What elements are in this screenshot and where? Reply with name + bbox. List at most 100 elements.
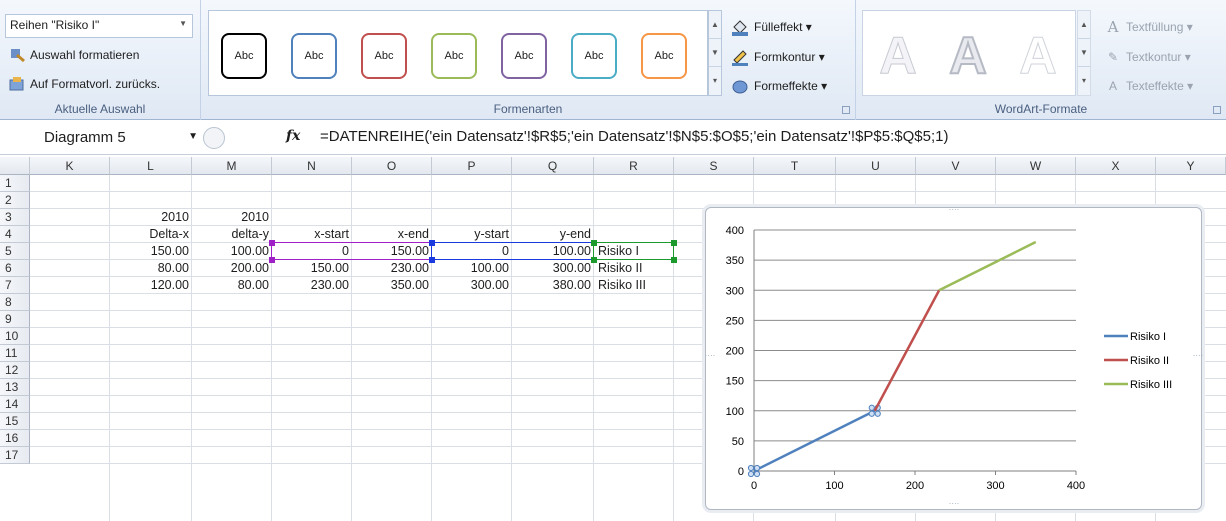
shape-style-orange[interactable]: Abc (641, 33, 687, 79)
wordart-launcher-icon[interactable]: . (1213, 106, 1221, 114)
text-fill-button[interactable]: A Textfüllung ▾ (1103, 16, 1193, 38)
range-resize-handle[interactable] (429, 240, 435, 246)
row-header[interactable]: 17 (0, 447, 30, 464)
scroll-up-icon[interactable]: ▲ (709, 11, 721, 39)
cell-n6[interactable]: 150.00 (272, 260, 352, 277)
chart-element-dropdown[interactable]: Reihen "Risiko I" ▼ (5, 14, 193, 38)
range-resize-handle[interactable] (269, 240, 275, 246)
more-icon[interactable]: ▾ (709, 67, 721, 95)
formula-bar-splitter[interactable] (203, 127, 225, 149)
wordart-gallery-scroll[interactable]: ▲ ▼ ▾ (1077, 10, 1091, 96)
cell-q4[interactable]: y-end (512, 226, 594, 243)
cell-n4[interactable]: x-start (272, 226, 352, 243)
range-resize-handle[interactable] (269, 257, 275, 263)
format-selection-button[interactable]: Auswahl formatieren (8, 45, 139, 65)
shape-style-blue[interactable]: Abc (291, 33, 337, 79)
shape-style-green[interactable]: Abc (431, 33, 477, 79)
cell-p4[interactable]: y-start (432, 226, 512, 243)
cell-q6[interactable]: 300.00 (512, 260, 594, 277)
cell-q5[interactable]: 100.00 (512, 243, 594, 260)
range-resize-handle[interactable] (671, 240, 677, 246)
shape-style-red[interactable]: Abc (361, 33, 407, 79)
column-header[interactable]: Y (1156, 157, 1226, 175)
cell-m6[interactable]: 200.00 (192, 260, 272, 277)
cell-o5[interactable]: 150.00 (352, 243, 432, 260)
text-outline-button[interactable]: ✎ Textkontur ▾ (1103, 46, 1191, 68)
cell-l5[interactable]: 150.00 (110, 243, 192, 260)
row-header[interactable]: 14 (0, 396, 30, 413)
cell-n5[interactable]: 0 (272, 243, 352, 260)
cell-l6[interactable]: 80.00 (110, 260, 192, 277)
column-header[interactable]: V (916, 157, 996, 175)
column-header[interactable]: Q (512, 157, 594, 175)
cell-m4[interactable]: delta-y (192, 226, 272, 243)
cell-o4[interactable]: x-end (352, 226, 432, 243)
cell-m3[interactable]: 2010 (192, 209, 272, 226)
cell-r5[interactable]: Risiko I (594, 243, 674, 260)
shape-style-purple[interactable]: Abc (501, 33, 547, 79)
column-header[interactable]: S (674, 157, 754, 175)
chart-object[interactable]: 0 50 100 150 200 250 300 350 400 0 100 200 300 400 Ris… (705, 207, 1203, 510)
cell-n7[interactable]: 230.00 (272, 277, 352, 294)
range-resize-handle[interactable] (591, 240, 597, 246)
cell-o7[interactable]: 350.00 (352, 277, 432, 294)
cell-l4[interactable]: Delta-x (110, 226, 192, 243)
text-effects-button[interactable]: A Texteffekte ▾ (1103, 75, 1193, 97)
row-header[interactable]: 5 (0, 243, 30, 260)
row-header[interactable]: 12 (0, 362, 30, 379)
insert-function-icon[interactable]: fx (286, 128, 300, 144)
cell-l3[interactable]: 2010 (110, 209, 192, 226)
shape-outline-button[interactable]: Formkontur ▾ (730, 46, 825, 68)
cell-q7[interactable]: 380.00 (512, 277, 594, 294)
shape-styles-launcher-icon[interactable]: . (842, 106, 850, 114)
row-header[interactable]: 10 (0, 328, 30, 345)
cell-p7[interactable]: 300.00 (432, 277, 512, 294)
column-header[interactable]: X (1076, 157, 1156, 175)
shape-style-black[interactable]: Abc (221, 33, 267, 79)
row-header[interactable]: 4 (0, 226, 30, 243)
row-header[interactable]: 8 (0, 294, 30, 311)
wordart-style-3[interactable]: A (1007, 25, 1069, 87)
row-header[interactable]: 11 (0, 345, 30, 362)
name-box[interactable]: Diagramm 5 ▼ (8, 127, 198, 149)
wordart-style-2[interactable]: A (937, 25, 999, 87)
wordart-style-1[interactable]: A (867, 25, 929, 87)
column-header[interactable]: R (594, 157, 674, 175)
scroll-down-icon[interactable]: ▼ (709, 39, 721, 67)
column-header[interactable]: P (432, 157, 512, 175)
shape-styles-gallery-scroll[interactable]: ▲ ▼ ▾ (708, 10, 722, 96)
more-icon[interactable]: ▾ (1078, 67, 1090, 95)
shape-style-aqua[interactable]: Abc (571, 33, 617, 79)
select-all-corner[interactable] (0, 157, 30, 175)
column-header[interactable]: M (192, 157, 272, 175)
chevron-down-icon[interactable]: ▼ (188, 131, 198, 142)
column-header[interactable]: U (836, 157, 916, 175)
scroll-down-icon[interactable]: ▼ (1078, 39, 1090, 67)
cell-r7[interactable]: Risiko III (594, 277, 674, 294)
row-header[interactable]: 7 (0, 277, 30, 294)
row-header[interactable]: 15 (0, 413, 30, 430)
row-header[interactable]: 16 (0, 430, 30, 447)
range-resize-handle[interactable] (429, 257, 435, 263)
column-header[interactable]: L (110, 157, 192, 175)
row-header[interactable]: 2 (0, 192, 30, 209)
column-header[interactable]: K (30, 157, 110, 175)
row-header[interactable]: 3 (0, 209, 30, 226)
cell-p5[interactable]: 0 (432, 243, 512, 260)
reset-style-button[interactable]: Auf Formatvorl. zurücks. (8, 74, 160, 94)
cell-l7[interactable]: 120.00 (110, 277, 192, 294)
shape-effects-button[interactable]: Formeffekte ▾ (730, 75, 827, 97)
cell-m7[interactable]: 80.00 (192, 277, 272, 294)
formula-input[interactable]: =DATENREIHE('ein Datensatz'!$R$5;'ein Da… (320, 128, 948, 145)
column-header[interactable]: T (754, 157, 836, 175)
cell-o6[interactable]: 230.00 (352, 260, 432, 277)
cell-r6[interactable]: Risiko II (594, 260, 674, 277)
column-header[interactable]: N (272, 157, 352, 175)
scroll-up-icon[interactable]: ▲ (1078, 11, 1090, 39)
range-resize-handle[interactable] (671, 257, 677, 263)
column-header[interactable]: W (996, 157, 1076, 175)
row-header[interactable]: 6 (0, 260, 30, 277)
cell-p6[interactable]: 100.00 (432, 260, 512, 277)
range-resize-handle[interactable] (591, 257, 597, 263)
cell-m5[interactable]: 100.00 (192, 243, 272, 260)
